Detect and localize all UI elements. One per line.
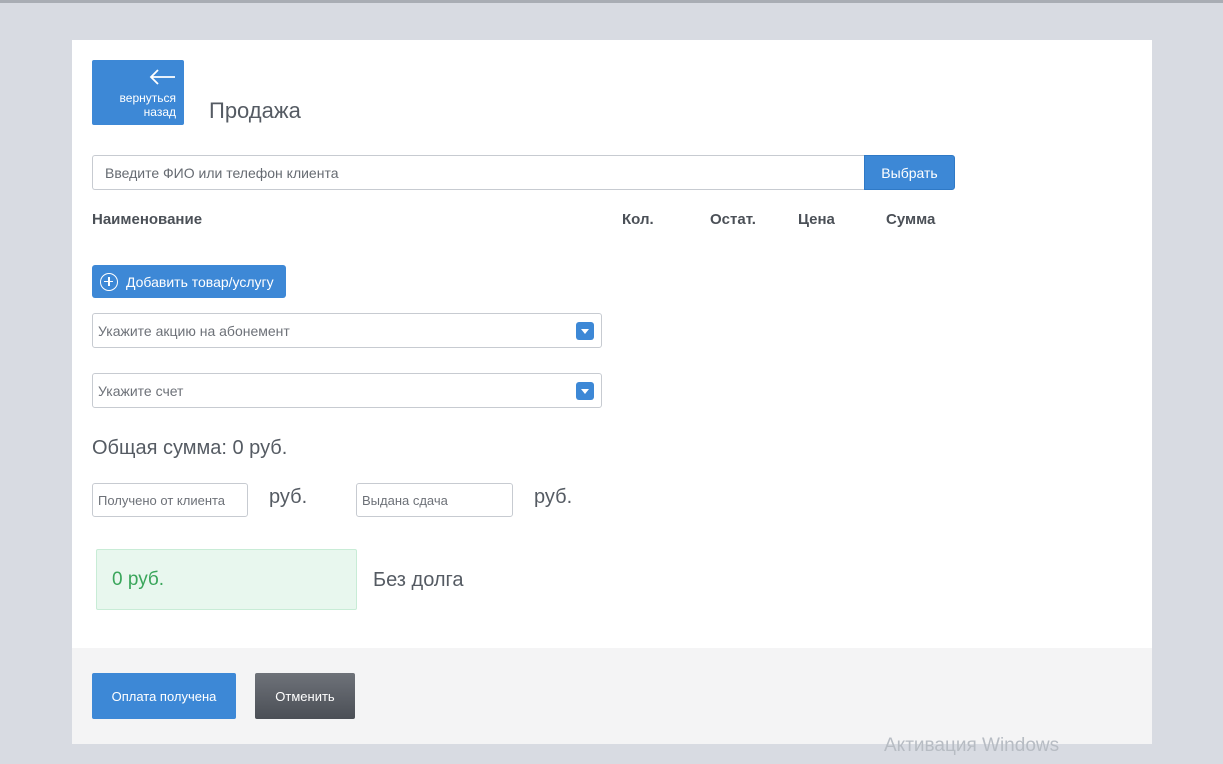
client-search-input[interactable] [92, 155, 865, 190]
back-button[interactable]: вернуться назад [92, 60, 184, 125]
change-currency-label: руб. [534, 486, 573, 508]
modal-footer: Оплата получена Отменить [72, 648, 1152, 744]
select-client-button[interactable]: Выбрать [864, 155, 955, 190]
client-search-row: Выбрать [92, 155, 955, 190]
plus-circle-icon [100, 272, 118, 291]
chevron-down-icon [576, 322, 594, 340]
page-title: Продажа [209, 98, 301, 123]
promo-select[interactable]: Укажите акцию на абонемент [92, 313, 602, 348]
column-header-name: Наименование [92, 211, 203, 228]
account-select[interactable]: Укажите счет [92, 373, 602, 408]
payment-received-button[interactable]: Оплата получена [92, 673, 236, 719]
account-select-placeholder: Укажите счет [98, 382, 184, 399]
sale-modal: вернуться назад Продажа Выбрать Наименов… [72, 40, 1152, 744]
windows-activation-watermark: Активация Windows [884, 735, 1060, 756]
cancel-button[interactable]: Отменить [255, 673, 355, 719]
column-header-price: Цена [798, 211, 835, 228]
received-amount-input[interactable] [92, 483, 248, 517]
column-header-remaining: Остат. [710, 211, 756, 228]
total-sum: Общая сумма: 0 руб. [92, 437, 288, 459]
debt-status: Без долга [373, 569, 464, 591]
received-currency-label: руб. [269, 486, 308, 508]
change-amount-input[interactable] [356, 483, 513, 517]
back-button-label: вернуться назад [119, 91, 176, 119]
promo-select-placeholder: Укажите акцию на абонемент [98, 322, 290, 339]
column-header-qty: Кол. [622, 211, 654, 228]
top-shadow [0, 0, 1223, 3]
chevron-down-icon [576, 382, 594, 400]
add-item-label: Добавить товар/услугу [126, 273, 274, 290]
debt-amount-box: 0 руб. [96, 549, 357, 610]
column-header-sum: Сумма [886, 211, 936, 228]
arrow-left-icon [149, 69, 175, 85]
add-item-button[interactable]: Добавить товар/услугу [92, 265, 286, 298]
